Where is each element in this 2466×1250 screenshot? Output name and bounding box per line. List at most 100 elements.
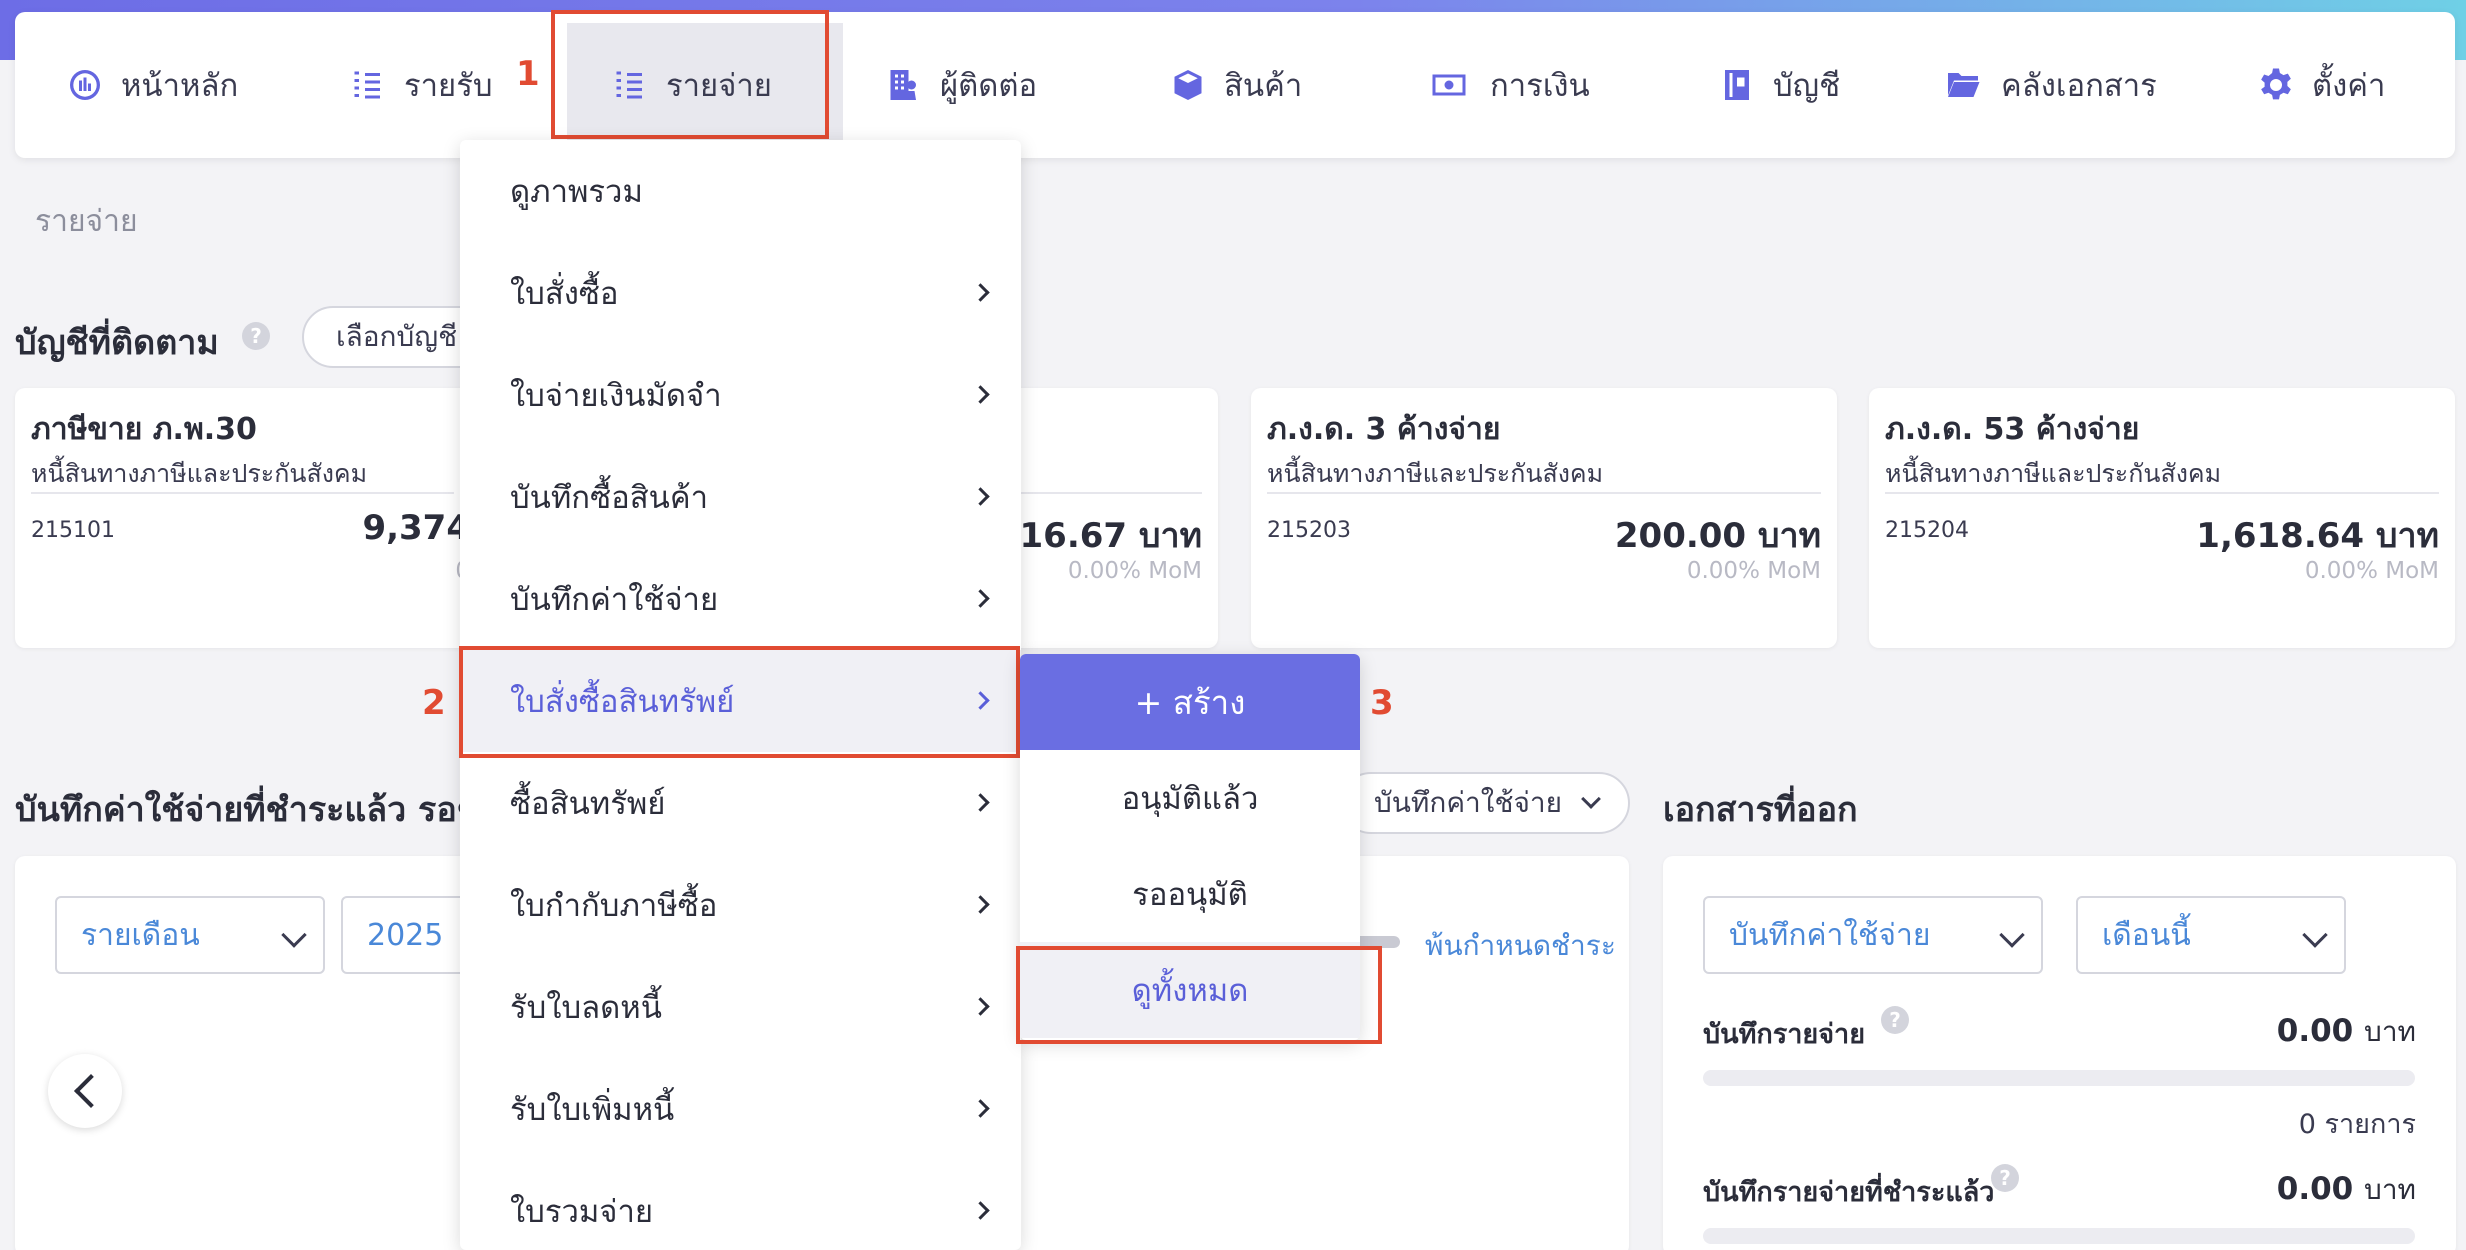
menu-item-label: ซื้อสินทรัพย์ (510, 786, 666, 822)
menu-item-label: ใบรวมจ่าย (510, 1194, 654, 1230)
card-account-code: 215204 (1885, 518, 1969, 543)
doc-row-label: บันทึกรายจ่ายที่ชำระแล้ว (1703, 1177, 1995, 1208)
chevron-right-icon (971, 997, 990, 1016)
menu-item-label: บันทึกซื้อสินค้า (510, 480, 708, 516)
document-period-select[interactable]: เดือนนี้ (2076, 896, 2346, 974)
card-account-code: 215203 (1267, 518, 1351, 543)
menu-item-combined-payment[interactable]: ใบรวมจ่าย (460, 1160, 1021, 1250)
menu-item-purchase-tax-invoice[interactable]: ใบกำกับภาษีซื้อ (460, 854, 1021, 956)
menu-item-deposit-payment[interactable]: ใบจ่ายเงินมัดจำ (460, 344, 1021, 446)
expense-section-title: บันทึกค่าใช้จ่ายที่ชำระแล้ว รอชำ (15, 790, 499, 830)
chevron-right-icon (971, 793, 990, 812)
create-button[interactable]: + สร้าง (1020, 654, 1360, 750)
menu-item-label: รับใบลดหนี้ (510, 990, 662, 1026)
nav-item-contacts[interactable]: ผู้ติดต่อ (886, 12, 1037, 158)
menu-item-expense-record[interactable]: บันทึกค่าใช้จ่าย (460, 548, 1021, 650)
chevron-down-icon (1999, 922, 2025, 948)
card-amount: 200.00 บาท (1614, 516, 1821, 556)
overdue-link[interactable]: พ้นกำหนดชำระ (1425, 924, 1616, 968)
period-select[interactable]: รายเดือน (55, 896, 325, 974)
select-account-label: เลือกบัญชี (336, 320, 458, 353)
box-icon (1174, 70, 1202, 100)
amount-unit: บาท (2364, 1173, 2416, 1206)
nav-item-accounting[interactable]: บัญชี (1719, 12, 1840, 158)
help-icon[interactable]: ? (1991, 1164, 2019, 1192)
nav-item-home[interactable]: หน้าหลัก (67, 12, 238, 158)
submenu-approved[interactable]: อนุมัติแล้ว (1020, 750, 1360, 846)
chevron-down-icon (281, 922, 307, 948)
annotation-step-3: 3 (1370, 683, 1394, 723)
menu-item-label: ใบกำกับภาษีซื้อ (510, 888, 718, 924)
documents-panel: บันทึกค่าใช้จ่าย เดือนนี้ บันทึกรายจ่าย … (1663, 856, 2456, 1250)
chevron-right-icon (971, 487, 990, 506)
card-subtitle: หนี้สินทางภาษีและประกันสังคม (31, 459, 368, 488)
chevron-right-icon (971, 1201, 990, 1220)
help-icon[interactable]: ? (242, 322, 270, 350)
card-title: ภ.ง.ด. 3 ค้างจ่าย (1267, 412, 1501, 447)
menu-item-receive-debit-note[interactable]: รับใบเพิ่มหนี้ (460, 1058, 1021, 1160)
card-mom: 0.00% MoM (1067, 558, 1202, 584)
money-icon (1432, 74, 1466, 96)
card-mom: 0.00% MoM (1686, 558, 1821, 584)
nav-item-settings[interactable]: ตั้งค่า (2258, 12, 2385, 158)
card-divider (1885, 492, 2439, 494)
nav-item-finance[interactable]: การเงิน (1426, 12, 1590, 158)
income-icon (354, 71, 380, 99)
doc-progress-bar (1703, 1070, 2415, 1086)
nav-label: บัญชี (1773, 68, 1841, 104)
menu-item-label: รับใบเพิ่มหนี้ (510, 1092, 675, 1128)
nav-label: รายรับ (404, 68, 493, 104)
document-type-select[interactable]: บันทึกค่าใช้จ่าย (1703, 896, 2043, 974)
menu-item-overview[interactable]: ดูภาพรวม (460, 140, 1021, 242)
nav-label: การเงิน (1490, 68, 1590, 104)
gear-icon (2261, 68, 2291, 100)
book-icon (1725, 70, 1749, 100)
chevron-right-icon (971, 589, 990, 608)
chevron-down-icon (2302, 922, 2328, 948)
contacts-icon (890, 70, 916, 100)
card-subtitle: หนี้สินทางภาษีและประกันสังคม (1267, 459, 1604, 488)
nav-item-products[interactable]: สินค้า (1170, 12, 1302, 158)
menu-item-purchase-record[interactable]: บันทึกซื้อสินค้า (460, 446, 1021, 548)
document-period-value: เดือนนี้ (2102, 917, 2191, 953)
annotation-step-2: 2 (422, 683, 446, 723)
submenu-pending[interactable]: รออนุมัติ (1020, 846, 1360, 942)
menu-item-label: บันทึกค่าใช้จ่าย (510, 582, 719, 618)
documents-title: เอกสารที่ออก (1663, 790, 1858, 830)
expense-filter-label: บันทึกค่าใช้จ่าย (1374, 786, 1562, 819)
nav-item-documents[interactable]: คลังเอกสาร (1943, 12, 2157, 158)
chevron-right-icon (971, 895, 990, 914)
tracked-accounts-title: บัญชีที่ติดตาม (15, 323, 219, 363)
annotation-box-menu (459, 646, 1020, 758)
help-icon[interactable]: ? (1881, 1006, 1909, 1034)
card-divider (1010, 492, 1202, 494)
card-amount: 9,374 (362, 508, 470, 548)
dashboard-icon (70, 70, 100, 100)
amount-value: 0.00 (2276, 1013, 2354, 1049)
annotation-step-1: 1 (516, 54, 540, 94)
card-divider (1267, 492, 1821, 494)
card-amount: 1,618.64 บาท (2196, 516, 2439, 556)
expense-filter-select[interactable]: บันทึกค่าใช้จ่าย (1340, 772, 1630, 834)
doc-row-amount: 0.00 บาท (2277, 1168, 2416, 1212)
amount-value: 0.00 (2276, 1171, 2354, 1207)
card-title: ภ.ง.ด. 53 ค้างจ่าย (1885, 412, 2140, 447)
doc-row-amount: 0.00 บาท (2277, 1010, 2416, 1054)
tracked-account-card[interactable]: ภ.ง.ด. 53 ค้างจ่าย หนี้สินทางภาษีและประก… (1869, 388, 2455, 648)
nav-label: ผู้ติดต่อ (940, 68, 1038, 104)
tracked-account-card[interactable]: ภ.ง.ด. 3 ค้างจ่าย หนี้สินทางภาษีและประกั… (1251, 388, 1837, 648)
menu-item-receive-credit-note[interactable]: รับใบลดหนี้ (460, 956, 1021, 1058)
main-nav: หน้าหลัก รายรับ รายจ่าย ผู้ติดต่อ สินค้า… (15, 12, 2455, 158)
breadcrumb: รายจ่าย (35, 204, 138, 239)
card-title: ภาษีขาย ภ.พ.30 (31, 412, 257, 447)
menu-item-label: ดูภาพรวม (510, 174, 643, 210)
menu-item-buy-asset[interactable]: ซื้อสินทรัพย์ (460, 752, 1021, 854)
tracked-account-card[interactable]: ภาษีขาย ภ.พ.30 หนี้สินทางภาษีและประกันสั… (15, 388, 470, 648)
amount-unit: บาท (2364, 1015, 2416, 1048)
tracked-account-card[interactable]: ,316.67 บาท 0.00% MoM (1010, 388, 1218, 648)
prev-arrow-button[interactable] (48, 1054, 122, 1128)
nav-item-income[interactable]: รายรับ (350, 12, 493, 158)
card-amount: ,316.67 บาท (1010, 516, 1202, 556)
menu-item-purchase-order[interactable]: ใบสั่งซื้อ (460, 242, 1021, 344)
chevron-right-icon (971, 1099, 990, 1118)
